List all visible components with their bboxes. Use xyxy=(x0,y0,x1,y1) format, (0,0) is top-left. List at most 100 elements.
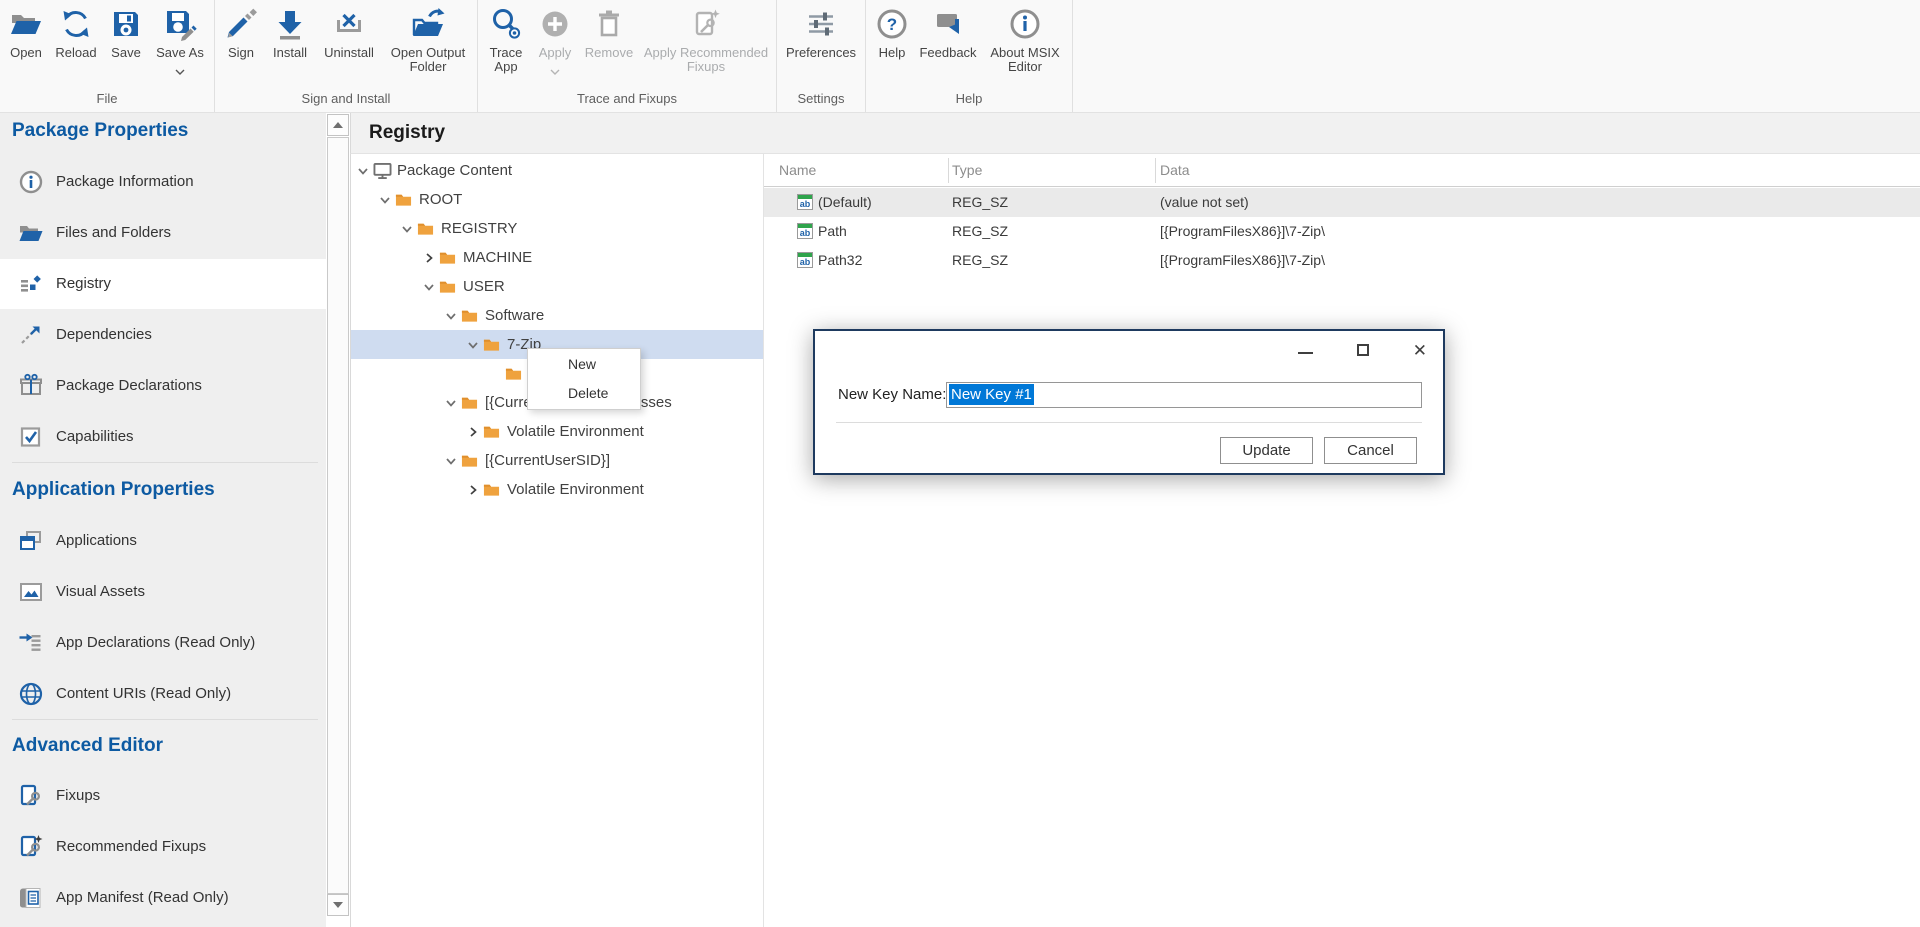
chevron-down-icon[interactable] xyxy=(357,164,373,177)
about-msix-editor-button[interactable]: About MSIX Editor xyxy=(981,0,1069,74)
column-divider[interactable] xyxy=(1155,158,1156,183)
cancel-button[interactable]: Cancel xyxy=(1324,437,1417,464)
tree-item-user[interactable]: USER xyxy=(423,272,505,301)
chevron-down-icon xyxy=(550,62,560,80)
sidebar-item-fixups[interactable]: Fixups xyxy=(0,771,326,821)
column-header-data[interactable]: Data xyxy=(1160,154,1190,187)
save-button[interactable]: Save xyxy=(103,0,149,60)
chevron-down-icon[interactable] xyxy=(445,309,461,322)
about-msix-editor-label: About MSIX Editor xyxy=(981,46,1069,74)
sidebar-item-dependencies[interactable]: Dependencies xyxy=(0,310,326,360)
column-header-name[interactable]: Name xyxy=(779,154,816,187)
feedback-button[interactable]: Feedback xyxy=(915,0,981,60)
chevron-right-icon[interactable] xyxy=(467,425,483,438)
help-button[interactable]: ? Help xyxy=(869,0,915,60)
chevron-down-icon[interactable] xyxy=(379,193,395,206)
sidebar-item-app-manifest[interactable]: App Manifest (Read Only) xyxy=(0,873,326,923)
ribbon-group-settings: Preferences Settings xyxy=(777,0,866,112)
column-divider[interactable] xyxy=(948,158,949,183)
sidebar-navigation: Package Properties Package Information F… xyxy=(0,113,326,927)
sidebar-item-app-declarations[interactable]: App Declarations (Read Only) xyxy=(0,618,326,668)
install-arrow-icon xyxy=(273,7,307,41)
sidebar-item-recommended-fixups[interactable]: Recommended Fixups xyxy=(0,822,326,872)
tree-item-package-content[interactable]: Package Content xyxy=(357,156,512,185)
open-output-folder-label: Open Output Folder xyxy=(382,46,474,74)
scroll-down-button[interactable] xyxy=(327,894,349,916)
computer-icon xyxy=(373,162,393,180)
uninstall-icon xyxy=(332,7,366,41)
string-value-icon xyxy=(797,223,813,239)
maximize-icon[interactable] xyxy=(1357,344,1369,356)
chevron-down-icon[interactable] xyxy=(467,338,483,351)
open-button[interactable]: Open xyxy=(3,0,49,60)
close-icon[interactable]: ✕ xyxy=(1413,342,1427,359)
context-menu-item-delete[interactable]: Delete xyxy=(528,379,640,408)
open-output-folder-button[interactable]: Open Output Folder xyxy=(382,0,474,74)
chevron-down-icon[interactable] xyxy=(445,396,461,409)
minimize-icon[interactable] xyxy=(1298,352,1313,354)
tree-item-software[interactable]: Software xyxy=(445,301,544,330)
save-label: Save xyxy=(111,46,141,60)
folder-icon xyxy=(461,396,481,410)
remove-trash-icon xyxy=(592,7,626,41)
value-row-path32[interactable]: Path32 REG_SZ [{ProgramFilesX86}]\7-Zip\ xyxy=(764,246,1920,275)
sidebar-item-applications[interactable]: Applications xyxy=(0,516,326,566)
folder-icon xyxy=(483,483,503,497)
sidebar-item-registry[interactable]: Registry xyxy=(0,259,326,309)
uninstall-button[interactable]: Uninstall xyxy=(316,0,382,60)
sign-button[interactable]: Sign xyxy=(218,0,264,60)
column-header-type[interactable]: Type xyxy=(952,154,982,187)
install-button[interactable]: Install xyxy=(264,0,316,60)
sidebar-item-content-uris[interactable]: Content URIs (Read Only) xyxy=(0,669,326,719)
help-icon: ? xyxy=(875,7,909,41)
update-button[interactable]: Update xyxy=(1220,437,1313,464)
value-row-path[interactable]: Path REG_SZ [{ProgramFilesX86}]\7-Zip\ xyxy=(764,217,1920,246)
sidebar-item-capabilities[interactable]: Capabilities xyxy=(0,412,326,462)
apply-recommended-fixups-icon xyxy=(689,7,723,41)
folder-icon xyxy=(461,309,481,323)
reload-button[interactable]: Reload xyxy=(49,0,103,60)
chevron-down-icon xyxy=(175,62,185,80)
recommended-fixups-star-icon xyxy=(18,834,44,860)
chevron-down-icon[interactable] xyxy=(445,454,461,467)
sidebar-item-package-information[interactable]: Package Information xyxy=(0,157,326,207)
tree-item-volatile-environment-1[interactable]: Volatile Environment xyxy=(467,417,644,446)
tree-item-new-key[interactable] xyxy=(489,359,529,388)
trace-app-button[interactable]: Trace App xyxy=(481,0,531,74)
sidebar-item-visual-assets[interactable]: Visual Assets xyxy=(0,567,326,617)
svg-text:?: ? xyxy=(887,15,897,34)
sidebar-item-files-and-folders[interactable]: Files and Folders xyxy=(0,208,326,258)
chevron-down-icon[interactable] xyxy=(401,222,417,235)
tree-item-volatile-environment-2[interactable]: Volatile Environment xyxy=(467,475,644,504)
open-output-folder-icon xyxy=(411,7,445,41)
tree-item-root[interactable]: ROOT xyxy=(379,185,462,214)
apply-button: Apply xyxy=(531,0,579,80)
chevron-right-icon[interactable] xyxy=(467,483,483,496)
tree-item-registry[interactable]: REGISTRY xyxy=(401,214,517,243)
chevron-down-icon[interactable] xyxy=(423,280,439,293)
preferences-button[interactable]: Preferences xyxy=(780,0,862,60)
dialog-window-controls: ✕ xyxy=(1298,340,1427,360)
apply-plus-icon xyxy=(538,7,572,41)
checkbox-icon xyxy=(18,424,44,450)
ribbon-group-label: Trace and Fixups xyxy=(577,90,677,111)
tree-item-machine[interactable]: MACHINE xyxy=(423,243,532,272)
tree-item-currentusersid[interactable]: [{CurrentUserSID}] xyxy=(445,446,610,475)
save-as-button[interactable]: Save As xyxy=(149,0,211,80)
ribbon-toolbar: Open Reload Save Save As xyxy=(0,0,1920,113)
sidebar-scrollbar[interactable] xyxy=(326,113,350,927)
trace-app-label: Trace App xyxy=(481,46,531,74)
context-menu-item-new[interactable]: New xyxy=(528,350,640,379)
apply-recommended-fixups-button: Apply Recommended Fixups xyxy=(639,0,773,74)
sidebar-item-package-declarations[interactable]: Package Declarations xyxy=(0,361,326,411)
value-row-default[interactable]: (Default) REG_SZ (value not set) xyxy=(764,188,1920,217)
open-label: Open xyxy=(10,46,42,60)
new-key-name-input[interactable]: New Key #1 xyxy=(946,382,1422,408)
scroll-up-button[interactable] xyxy=(327,114,349,136)
registry-blocks-icon xyxy=(18,271,44,297)
folder-icon xyxy=(439,280,459,294)
chevron-right-icon[interactable] xyxy=(423,251,439,264)
trace-app-icon xyxy=(489,7,523,41)
open-folder-icon xyxy=(9,7,43,41)
scrollbar-thumb[interactable] xyxy=(327,137,349,894)
